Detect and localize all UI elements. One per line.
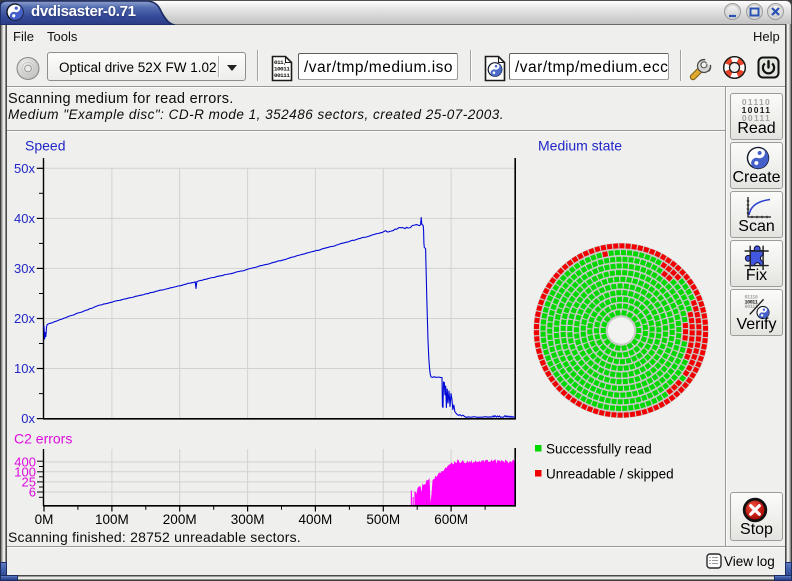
svg-text:100M: 100M [95,512,129,527]
svg-text:40x: 40x [14,211,35,226]
svg-text:Speed: Speed [25,138,65,154]
svg-text:300M: 300M [231,512,265,527]
svg-text:30x: 30x [14,261,35,276]
svg-text:10x: 10x [14,361,35,376]
svg-text:Unreadable / skipped: Unreadable / skipped [546,467,674,482]
svg-text:6: 6 [29,485,36,500]
svg-text:C2 errors: C2 errors [14,431,72,447]
svg-text:200M: 200M [163,512,197,527]
svg-text:0M: 0M [35,512,54,527]
svg-text:400M: 400M [299,512,333,527]
svg-text:50x: 50x [14,161,35,176]
svg-text:500M: 500M [366,512,400,527]
svg-text:Successfully read: Successfully read [546,442,652,457]
svg-text:0x: 0x [21,411,35,426]
svg-text:600M: 600M [434,512,468,527]
svg-text:20x: 20x [14,311,35,326]
svg-text:Medium state: Medium state [538,138,622,154]
